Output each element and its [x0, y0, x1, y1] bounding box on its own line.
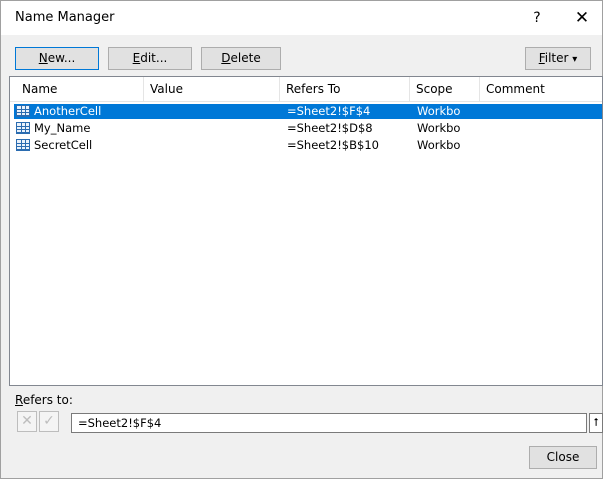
collapse-dialog-icon[interactable]: ⭡ [589, 413, 603, 433]
refers-label-text: efers to: [22, 393, 73, 407]
delete-button[interactable]: Delete [201, 47, 281, 70]
delete-label: elete [230, 51, 261, 65]
row-refers-to: =Sheet2!$F$4 [287, 104, 371, 118]
delete-mnemonic: D [221, 51, 231, 65]
names-list[interactable]: Name Value Refers To Scope Comment Anoth… [9, 76, 603, 386]
confirm-edit-icon[interactable]: ✓ [39, 411, 59, 432]
row-value [152, 121, 282, 136]
row-scope: Workbo [417, 138, 461, 152]
named-range-icon [16, 139, 30, 151]
column-header-scope[interactable]: Scope [410, 77, 480, 101]
column-header-name[interactable]: Name [16, 77, 144, 101]
new-button[interactable]: New... [15, 47, 99, 70]
refers-to-label: Refers to: [15, 393, 73, 407]
refers-to-input[interactable]: =Sheet2!$F$4 [71, 413, 587, 433]
row-scope: Workbo [417, 121, 461, 135]
close-button[interactable]: Close [529, 446, 597, 469]
row-value [152, 104, 282, 119]
row-name: SecretCell [34, 138, 93, 152]
named-range-icon [16, 105, 30, 117]
table-row[interactable]: SecretCell =Sheet2!$B$10 Workbo [14, 138, 602, 153]
title-bar: Name Manager ? ✕ [1, 1, 602, 35]
row-comment [487, 104, 597, 119]
row-comment [487, 138, 597, 153]
chevron-down-icon: ▾ [572, 54, 578, 65]
column-header-comment[interactable]: Comment [480, 77, 602, 101]
name-manager-dialog: Name Manager ? ✕ New... Edit... Delete F… [0, 0, 603, 479]
table-row[interactable]: My_Name =Sheet2!$D$8 Workbo [14, 121, 602, 136]
column-header-value[interactable]: Value [144, 77, 280, 101]
named-range-icon [16, 122, 30, 134]
row-value [152, 138, 282, 153]
filter-button[interactable]: Filter ▾ [525, 47, 591, 70]
row-refers-to: =Sheet2!$B$10 [287, 138, 379, 152]
column-header-refers-to[interactable]: Refers To [280, 77, 410, 101]
new-label: ew... [47, 51, 76, 65]
dialog-title: Name Manager [15, 10, 115, 25]
filter-label: ilter [544, 51, 569, 65]
refers-mnemonic: R [15, 393, 23, 407]
edit-button[interactable]: Edit... [108, 47, 192, 70]
row-name: AnotherCell [34, 104, 102, 118]
row-comment [487, 121, 597, 136]
close-icon[interactable]: ✕ [571, 7, 593, 29]
new-mnemonic: N [38, 51, 48, 65]
cancel-edit-icon[interactable]: ✕ [17, 411, 37, 432]
row-refers-to: =Sheet2!$D$8 [287, 121, 373, 135]
table-row[interactable]: AnotherCell =Sheet2!$F$4 Workbo [14, 104, 602, 119]
row-name: My_Name [34, 121, 91, 135]
list-header: Name Value Refers To Scope Comment [10, 77, 602, 102]
row-scope: Workbo [417, 104, 461, 118]
edit-label: dit... [140, 51, 168, 65]
help-button[interactable]: ? [527, 7, 547, 29]
